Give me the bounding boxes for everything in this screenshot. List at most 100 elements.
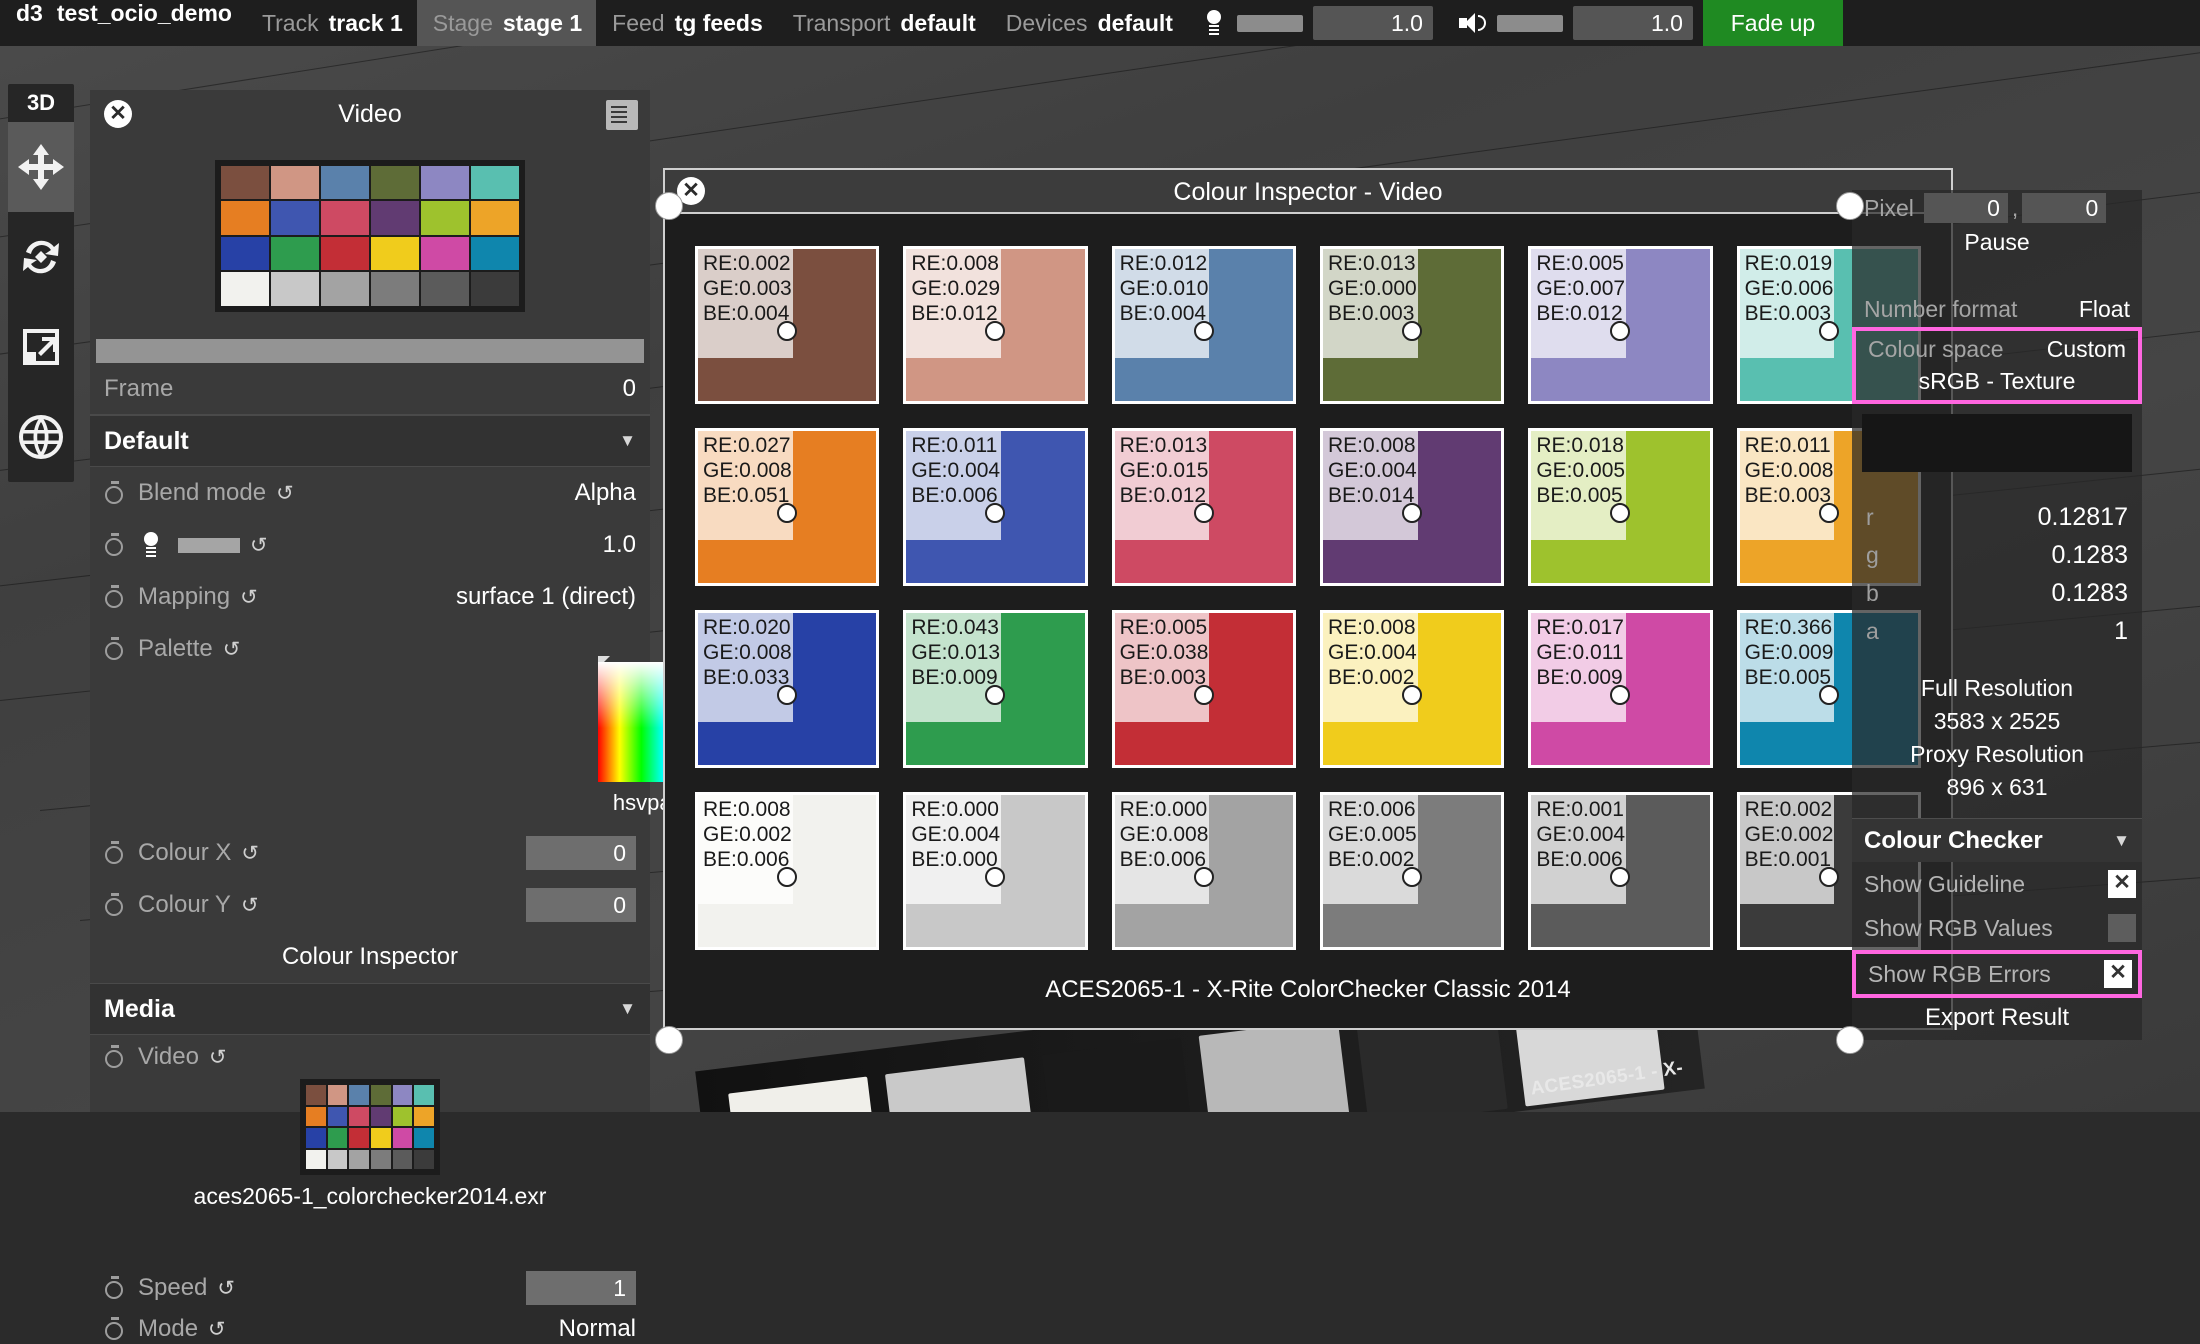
patch-sample-point[interactable] [1819, 503, 1839, 523]
colour-inspector-window[interactable]: ✕ Colour Inspector - Video RE:0.002GE:0.… [663, 168, 1953, 1030]
pixel-x-field[interactable]: 0 [1924, 193, 2008, 223]
menu-value-track[interactable]: track 1 [329, 10, 417, 37]
menu-value-feed[interactable]: tg feeds [675, 10, 777, 37]
colour-patch[interactable]: RE:0.000GE:0.008BE:0.006 [1112, 792, 1296, 950]
menu-value-transport[interactable]: default [900, 10, 989, 37]
patch-sample-point[interactable] [1610, 685, 1630, 705]
patch-sample-point[interactable] [985, 321, 1005, 341]
colour-patch[interactable]: RE:0.043GE:0.013BE:0.009 [903, 610, 1087, 768]
speed-row[interactable]: Speed ↺ 1 [90, 1262, 650, 1314]
colour-patch[interactable]: RE:0.013GE:0.000BE:0.003 [1320, 246, 1504, 404]
project-name[interactable]: test_ocio_demo [57, 0, 246, 46]
colour-patch[interactable]: RE:0.008GE:0.002BE:0.006 [695, 792, 879, 950]
intensity-row[interactable]: ↺ 1.0 [90, 519, 650, 571]
colour-patch[interactable]: RE:0.000GE:0.004BE:0.000 [903, 792, 1087, 950]
colour-patch[interactable]: RE:0.005GE:0.007BE:0.012 [1528, 246, 1712, 404]
frame-value[interactable]: 0 [623, 375, 636, 403]
toggle-show-rgb-values[interactable]: Show RGB Values ✕ [1852, 906, 2142, 950]
mapping-row[interactable]: Mapping ↺ surface 1 (direct) [90, 571, 650, 623]
volume-slider[interactable] [1497, 15, 1563, 32]
resize-handle-top-right[interactable] [1836, 192, 1864, 220]
volume-control[interactable]: 1.0 [1443, 0, 1703, 46]
colour-patch[interactable]: RE:0.017GE:0.011BE:0.009 [1528, 610, 1712, 768]
stopwatch-icon[interactable] [104, 841, 126, 865]
export-result-button[interactable]: Export Result [1852, 998, 2142, 1040]
patch-sample-point[interactable] [1402, 867, 1422, 887]
move-tool-button[interactable] [8, 122, 74, 212]
colour-x-field[interactable]: 0 [526, 836, 636, 870]
menu-value-devices[interactable]: default [1098, 10, 1187, 37]
mode-value[interactable]: Normal [559, 1315, 636, 1343]
chevron-down-icon[interactable]: ▼ [619, 999, 636, 1019]
number-format-row[interactable]: Number format Float [1852, 291, 2142, 327]
patch-sample-point[interactable] [985, 503, 1005, 523]
patch-sample-point[interactable] [777, 321, 797, 341]
toggle-show-rgb-errors[interactable]: Show RGB Errors ✕ [1856, 954, 2138, 994]
reset-icon[interactable]: ↺ [240, 585, 258, 610]
video-preview[interactable] [90, 138, 650, 333]
colour-patch[interactable]: RE:0.013GE:0.015BE:0.012 [1112, 428, 1296, 586]
colour-space-value[interactable]: Custom [2047, 336, 2126, 363]
menu-group-feed[interactable]: Feed tg feeds [596, 0, 777, 46]
colour-patch[interactable]: RE:0.006GE:0.005BE:0.002 [1320, 792, 1504, 950]
patch-sample-point[interactable] [1402, 503, 1422, 523]
menu-group-track[interactable]: Track track 1 [246, 0, 417, 46]
video-panel[interactable]: ✕ Video Frame 0 Default ▼ Blend mode ↺ A… [90, 90, 650, 1112]
colour-patch[interactable]: RE:0.002GE:0.003BE:0.004 [695, 246, 879, 404]
frame-row[interactable]: Frame 0 [90, 363, 650, 415]
colour-patch[interactable]: RE:0.012GE:0.010BE:0.004 [1112, 246, 1296, 404]
colour-patch[interactable]: RE:0.020GE:0.008BE:0.033 [695, 610, 879, 768]
colour-patch[interactable]: RE:0.011GE:0.004BE:0.006 [903, 428, 1087, 586]
chevron-down-icon[interactable]: ▼ [619, 431, 636, 451]
reset-icon[interactable]: ↺ [217, 1276, 235, 1301]
colour-patch-grid[interactable]: RE:0.002GE:0.003BE:0.004RE:0.008GE:0.029… [695, 246, 1921, 950]
menu-group-devices[interactable]: Devices default [990, 0, 1187, 46]
colour-patch[interactable]: RE:0.018GE:0.005BE:0.005 [1528, 428, 1712, 586]
patch-sample-point[interactable] [985, 867, 1005, 887]
stopwatch-icon[interactable] [104, 481, 126, 505]
patch-sample-point[interactable] [1819, 685, 1839, 705]
speed-field[interactable]: 1 [526, 1271, 636, 1305]
patch-sample-point[interactable] [1194, 867, 1214, 887]
patch-sample-point[interactable] [1819, 321, 1839, 341]
resize-handle-bottom-left[interactable] [655, 1026, 683, 1054]
checkbox-show-rgb-errors[interactable]: ✕ [2104, 960, 2132, 988]
notes-icon[interactable] [606, 100, 638, 130]
patch-sample-point[interactable] [1194, 503, 1214, 523]
patch-sample-point[interactable] [777, 867, 797, 887]
stopwatch-icon[interactable] [104, 585, 126, 609]
menu-group-transport[interactable]: Transport default [777, 0, 990, 46]
stopwatch-icon[interactable] [104, 533, 126, 557]
menu-group-stage[interactable]: Stage stage 1 [417, 0, 596, 46]
colour-patch[interactable]: RE:0.027GE:0.008BE:0.051 [695, 428, 879, 586]
colour-patch[interactable]: RE:0.008GE:0.029BE:0.012 [903, 246, 1087, 404]
intensity-slider[interactable] [178, 538, 240, 553]
colour-y-row[interactable]: Colour Y ↺ 0 [90, 879, 650, 931]
pause-button[interactable]: Pause [1852, 226, 2142, 259]
pixel-y-field[interactable]: 0 [2022, 193, 2106, 223]
patch-sample-point[interactable] [1610, 867, 1630, 887]
show-rgb-errors-highlight[interactable]: Show RGB Errors ✕ [1852, 950, 2142, 998]
patch-sample-point[interactable] [1402, 685, 1422, 705]
top-menu-bar[interactable]: d3 test_ocio_demo Track track 1 Stage st… [0, 0, 2200, 46]
intensity-slider[interactable] [1237, 15, 1303, 32]
patch-sample-point[interactable] [1819, 867, 1839, 887]
media-thumbnail[interactable]: aces2065-1_colorchecker2014.exr [90, 1079, 650, 1210]
patch-sample-point[interactable] [1610, 503, 1630, 523]
colour-patch[interactable]: RE:0.005GE:0.038BE:0.003 [1112, 610, 1296, 768]
intensity-value[interactable]: 1.0 [603, 531, 636, 559]
mapping-value[interactable]: surface 1 (direct) [456, 583, 636, 611]
colour-space-highlight[interactable]: Colour space Custom sRGB - Texture [1852, 327, 2142, 404]
media-video-row[interactable]: Video ↺ [90, 1035, 650, 1079]
colour-space-detail[interactable]: sRGB - Texture [1856, 365, 2138, 398]
toggle-show-guideline[interactable]: Show Guideline ✕ [1852, 862, 2142, 906]
reset-icon[interactable]: ↺ [241, 893, 259, 918]
volume-value[interactable]: 1.0 [1573, 6, 1693, 40]
resize-handle-top-left[interactable] [655, 192, 683, 220]
blend-mode-value[interactable]: Alpha [575, 479, 636, 507]
patch-sample-point[interactable] [1402, 321, 1422, 341]
scale-tool-button[interactable] [8, 302, 74, 392]
stopwatch-icon[interactable] [104, 893, 126, 917]
patch-sample-point[interactable] [985, 685, 1005, 705]
stopwatch-icon[interactable] [104, 637, 126, 661]
